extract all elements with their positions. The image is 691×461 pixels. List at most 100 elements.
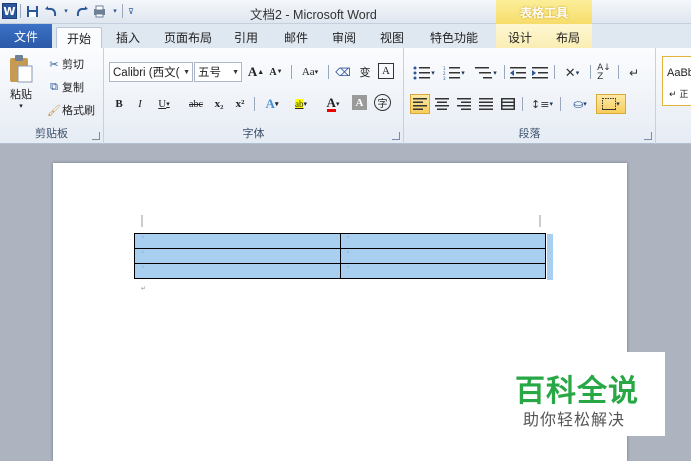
table-cell[interactable]: ◦ (134, 248, 341, 264)
tab-references[interactable]: 引用 (228, 27, 264, 48)
table-cell[interactable]: ◦ (339, 233, 546, 249)
tab-view[interactable]: 视图 (374, 27, 410, 48)
numbering-button[interactable]: 123 ▾ (440, 63, 468, 83)
align-center-button[interactable] (432, 94, 452, 114)
paste-button[interactable]: 粘贴 ▾ (6, 54, 36, 114)
italic-button[interactable]: I (131, 95, 149, 113)
subscript-icon: x₂ (214, 98, 224, 110)
character-border-icon: A (382, 65, 390, 77)
table-cell[interactable]: ◦ (339, 248, 546, 264)
subscript-button[interactable]: x₂ (210, 95, 228, 113)
tab-insert[interactable]: 插入 (108, 27, 148, 48)
decrease-indent-icon (510, 67, 526, 79)
clear-formatting-button[interactable]: ⌫ (334, 63, 352, 81)
dropdown-arrow-icon[interactable]: ▾ (62, 3, 70, 19)
table-row: ◦ ◦ (134, 263, 546, 279)
undo-icon[interactable] (43, 3, 59, 19)
highlight-button[interactable]: ab ▾ (288, 95, 314, 113)
tab-review[interactable]: 审阅 (326, 27, 362, 48)
strikethrough-button[interactable]: abc (184, 95, 208, 113)
bullets-button[interactable]: ▾ (410, 63, 438, 83)
paragraph-group-label: 段落 (518, 127, 541, 140)
chevron-down-icon: ▾ (19, 102, 23, 110)
paragraph-mark: ↵ (141, 285, 147, 292)
line-spacing-icon: ↕≡ (531, 97, 550, 111)
shading-button[interactable]: ⛀ ▾ (566, 94, 594, 114)
dropdown-arrow-icon[interactable]: ▾ (111, 3, 119, 19)
customize-qat-icon[interactable]: ⊽ (126, 3, 136, 19)
chevron-down-icon: ▾ (461, 69, 465, 77)
superscript-button[interactable]: x² (231, 95, 249, 113)
tab-home[interactable]: 开始 (56, 27, 102, 48)
tab-table-design[interactable]: 设计 (500, 27, 540, 48)
paintbrush-icon: 🖌 (47, 103, 61, 117)
paragraph-launcher-icon[interactable] (644, 132, 652, 140)
table-cell[interactable]: ◦ (134, 233, 341, 249)
font-color-button[interactable]: A ▾ (320, 95, 346, 113)
grow-font-button[interactable]: A ▲ (247, 63, 265, 81)
tab-special-features[interactable]: 特色功能 (424, 27, 484, 48)
table-cell[interactable]: ◦ (134, 263, 341, 279)
cut-button[interactable]: ✂ 剪切 (46, 56, 84, 72)
multilevel-list-icon (475, 67, 493, 79)
line-spacing-button[interactable]: ↕≡ ▾ (528, 94, 556, 114)
show-marks-button[interactable]: ↵ (624, 63, 644, 83)
divider (560, 97, 561, 111)
chevron-down-icon: ▾ (616, 100, 620, 108)
align-center-icon (435, 98, 449, 110)
title-bar: W ▾ ▾ ⊽ 文档2 - Microsoft Word 表格工具 (0, 0, 691, 24)
align-right-button[interactable] (454, 94, 474, 114)
character-border-button[interactable]: A (378, 63, 394, 79)
divider (328, 65, 329, 79)
font-group-label: 字体 (242, 127, 265, 140)
increase-indent-icon (532, 67, 548, 79)
style-normal-swatch[interactable]: AaBb ↵ 正 (662, 56, 691, 106)
phonetic-guide-button[interactable]: 变 (356, 63, 374, 81)
borders-button[interactable]: ▾ (596, 94, 626, 114)
font-size-select[interactable]: 五号 ▼ (194, 62, 242, 82)
margin-corner-top-left (141, 215, 143, 227)
tab-page-layout[interactable]: 页面布局 (158, 27, 218, 48)
window-title: 文档2 - Microsoft Word (250, 8, 377, 22)
document-table[interactable]: ◦ ◦ ◦ ◦ ◦ ◦ (134, 233, 546, 279)
table-row: ◦ ◦ (134, 248, 546, 264)
italic-icon: I (138, 98, 142, 110)
decrease-indent-button[interactable] (508, 63, 528, 83)
tab-file[interactable]: 文件 (0, 24, 52, 48)
character-shading-button[interactable]: A (352, 95, 367, 110)
multilevel-list-button[interactable]: ▾ (472, 63, 500, 83)
watermark-subtitle: 助你轻松解决 (523, 410, 626, 429)
save-icon[interactable] (24, 3, 40, 19)
format-painter-button[interactable]: 🖌 格式刷 (46, 102, 95, 118)
word-logo-icon[interactable]: W (2, 3, 17, 19)
table-cell[interactable]: ◦ (339, 263, 546, 279)
print-preview-icon[interactable] (92, 3, 108, 19)
font-launcher-icon[interactable] (392, 132, 400, 140)
sort-icon: A↓ Z (597, 63, 611, 82)
distributed-button[interactable] (498, 94, 518, 114)
sort-button[interactable]: A↓ Z (594, 63, 614, 83)
copy-label: 复制 (62, 81, 84, 94)
change-case-button[interactable]: Aa ▾ (297, 63, 323, 81)
copy-icon: ⧉ (50, 80, 58, 93)
text-effects-button[interactable]: A ▾ (260, 95, 284, 113)
clipboard-launcher-icon[interactable] (92, 132, 100, 140)
align-left-button[interactable] (410, 94, 430, 114)
font-name-select[interactable]: Calibri (西文( ▼ (109, 62, 193, 82)
justify-button[interactable] (476, 94, 496, 114)
tab-mailings[interactable]: 邮件 (278, 27, 314, 48)
tab-table-layout[interactable]: 布局 (548, 27, 588, 48)
character-shading-icon: A (355, 96, 364, 109)
clipboard-group: 粘贴 ▾ ✂ 剪切 ⧉ 复制 🖌 格式刷 剪贴板 (0, 48, 104, 144)
underline-button[interactable]: U ▾ (152, 95, 176, 113)
chinese-layout-button[interactable]: ✕ ▾ (558, 63, 586, 83)
redo-icon[interactable] (73, 3, 89, 19)
copy-button[interactable]: ⧉ 复制 (46, 79, 84, 95)
chevron-down-icon: ▾ (583, 100, 587, 108)
enclose-characters-button[interactable]: 字 (374, 94, 391, 111)
increase-indent-button[interactable] (530, 63, 550, 83)
bold-button[interactable]: B (110, 95, 128, 113)
shrink-font-button[interactable]: A ▼ (267, 63, 285, 81)
row-end-marks (547, 234, 553, 280)
strikethrough-icon: abc (189, 98, 203, 110)
